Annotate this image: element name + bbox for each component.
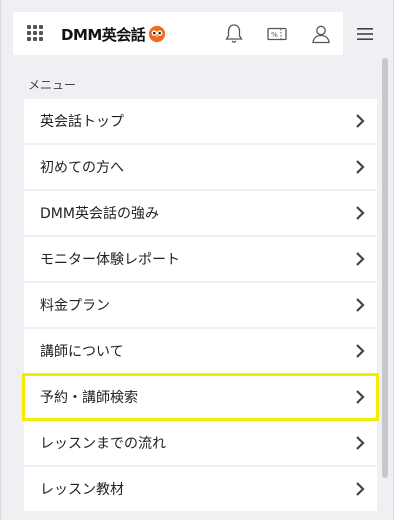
owl-mascot-icon	[149, 25, 166, 43]
menu-item-label: モニター体験レポート	[40, 252, 180, 268]
menu-item-label: レッスン教材	[40, 482, 124, 498]
hamburger-menu-button[interactable]	[343, 12, 387, 55]
menu-item-materials[interactable]: レッスン教材	[24, 467, 377, 511]
chevron-right-icon	[356, 436, 365, 450]
chevron-right-icon	[356, 160, 365, 174]
menu-item-label: 予約・講師検索	[40, 390, 138, 406]
menu-panel: DMM英会話 % メニュー 英会話トップ 初めての方へ DMM英会話の強み モニ…	[0, 0, 394, 520]
logo-text: DMM英会話	[61, 25, 146, 44]
chevron-right-icon	[356, 390, 365, 404]
user-icon[interactable]	[309, 22, 333, 46]
chevron-right-icon	[356, 298, 365, 312]
menu-item-label: 英会話トップ	[40, 114, 124, 130]
menu-item-tutors[interactable]: 講師について	[24, 329, 377, 373]
menu-item-lesson-flow[interactable]: レッスンまでの流れ	[24, 421, 377, 465]
chevron-right-icon	[356, 344, 365, 358]
menu-item-strengths[interactable]: DMM英会話の強み	[24, 191, 377, 235]
chevron-right-icon	[356, 482, 365, 496]
hamburger-icon	[357, 27, 373, 40]
chevron-right-icon	[356, 206, 365, 220]
menu-item-label: 講師について	[40, 344, 124, 360]
scrollbar[interactable]	[382, 58, 388, 478]
menu-item-label: 初めての方へ	[40, 160, 124, 176]
coupon-glyph: %	[271, 31, 278, 39]
menu-item-first-time[interactable]: 初めての方へ	[24, 145, 377, 189]
chevron-right-icon	[356, 114, 365, 128]
dmm-eikaiwa-logo[interactable]: DMM英会話	[61, 22, 166, 46]
chevron-right-icon	[356, 252, 365, 266]
menu-item-eikaiwa-top[interactable]: 英会話トップ	[24, 99, 377, 143]
menu-list: 英会話トップ 初めての方へ DMM英会話の強み モニター体験レポート 料金プラン…	[22, 99, 379, 513]
menu-item-monitor-report[interactable]: モニター体験レポート	[24, 237, 377, 281]
menu-item-pricing[interactable]: 料金プラン	[24, 283, 377, 327]
menu-item-booking-search[interactable]: 予約・講師検索	[22, 373, 379, 421]
coupon-icon[interactable]: %	[265, 22, 289, 46]
menu-section-label: メニュー	[28, 78, 77, 92]
menu-item-label: レッスンまでの流れ	[40, 436, 166, 452]
top-header: DMM英会話 %	[13, 12, 387, 55]
menu-item-label: DMM英会話の強み	[40, 206, 159, 222]
menu-item-label: 料金プラン	[40, 298, 110, 314]
grid-icon[interactable]	[27, 25, 43, 41]
bell-icon[interactable]	[222, 22, 246, 46]
